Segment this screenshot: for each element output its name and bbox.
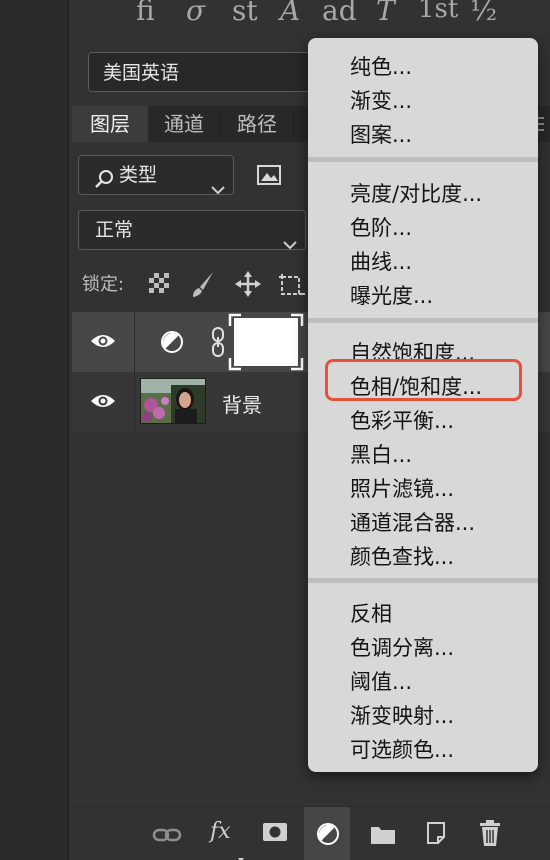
layer-thumbnail-photo[interactable]	[140, 378, 206, 424]
layer-name: 背景	[222, 393, 262, 417]
menu-item-gradient[interactable]: 渐变...	[350, 85, 412, 115]
image-layer-filter-icon[interactable]	[256, 164, 282, 186]
menu-item-pattern[interactable]: 图案...	[350, 119, 412, 149]
visibility-toggle[interactable]	[72, 312, 135, 372]
chevron-down-icon	[211, 170, 225, 208]
adjustment-icon	[316, 822, 340, 850]
layer-filter-dropdown[interactable]: 类型	[78, 155, 234, 195]
glyph-swash-a[interactable]: A	[280, 0, 300, 27]
brush-icon[interactable]	[190, 270, 216, 302]
tab-layers[interactable]: 图层	[72, 106, 148, 142]
menu-item-brightness-contrast[interactable]: 亮度/对比度...	[350, 178, 482, 208]
menu-item-threshold[interactable]: 阈值...	[350, 666, 412, 696]
menu-item-color-lookup[interactable]: 颜色查找...	[350, 541, 454, 571]
menu-item-channel-mixer[interactable]: 通道混合器...	[350, 507, 475, 537]
add-mask-icon[interactable]	[262, 821, 288, 847]
photoshop-window: fi σ st A ad T 1st ½ 美国英语 图层 通道 路径 类型 正常…	[0, 0, 550, 860]
opentype-glyph-bar: fi σ st A ad T 1st ½	[70, 0, 550, 36]
menu-item-posterize[interactable]: 色调分离...	[350, 632, 454, 662]
new-layer-icon[interactable]	[424, 821, 448, 849]
eye-icon	[90, 392, 116, 414]
menu-item-curves[interactable]: 曲线...	[350, 246, 412, 276]
menu-item-color-balance[interactable]: 色彩平衡...	[350, 405, 454, 435]
glyph-titling-t[interactable]: T	[376, 0, 395, 27]
lock-transparent-pixels-icon[interactable]	[148, 272, 170, 298]
language-value: 美国英语	[103, 62, 180, 84]
filter-label: 类型	[119, 164, 158, 186]
menu-item-selective-color[interactable]: 可选颜色...	[350, 734, 454, 764]
visibility-toggle[interactable]	[72, 372, 135, 432]
adjustment-layer-icon	[160, 330, 184, 358]
glyph-ligature-fi[interactable]: fi	[136, 0, 155, 27]
submenu-indicator-icon	[238, 847, 244, 860]
adjustment-layer-menu: 纯色... 渐变... 图案... 亮度/对比度... 色阶... 曲线... …	[308, 38, 538, 772]
menu-item-photo-filter[interactable]: 照片滤镜...	[350, 473, 454, 503]
highlight-annotation-box	[325, 359, 522, 401]
fx-icon[interactable]: fx	[210, 819, 231, 844]
tab-divider	[293, 112, 294, 136]
language-dropdown[interactable]: 美国英语	[88, 52, 318, 92]
menu-item-levels[interactable]: 色阶...	[350, 212, 412, 242]
blend-mode-value: 正常	[95, 219, 134, 241]
menu-item-invert[interactable]: 反相	[350, 598, 392, 628]
artboard-lock-icon[interactable]	[278, 270, 306, 302]
folder-icon[interactable]	[370, 823, 396, 849]
adjustment-layer-button[interactable]	[304, 807, 350, 860]
menu-item-exposure[interactable]: 曝光度...	[350, 280, 433, 310]
submenu-indicator-icon	[340, 853, 346, 860]
chevron-down-icon	[283, 225, 297, 263]
menu-separator	[308, 157, 538, 162]
tab-channels[interactable]: 通道	[148, 106, 220, 142]
left-toolbar-strip	[0, 0, 69, 860]
trash-icon[interactable]	[478, 819, 502, 851]
chain-link-icon[interactable]	[210, 326, 226, 362]
menu-item-gradient-map[interactable]: 渐变映射...	[350, 700, 454, 730]
menu-item-black-white[interactable]: 黑白...	[350, 439, 412, 469]
move-icon[interactable]	[234, 270, 262, 302]
mask-selection-corners	[228, 313, 304, 371]
link-layers-icon[interactable]	[152, 825, 182, 849]
glyph-alternate-ad[interactable]: ad	[322, 0, 357, 27]
layers-bottom-toolbar: fx	[72, 806, 550, 860]
menu-separator	[308, 318, 538, 323]
search-icon	[93, 165, 115, 203]
glyph-ordinal[interactable]: 1st	[418, 0, 458, 24]
lock-label: 锁定:	[82, 274, 125, 295]
eye-icon	[90, 332, 116, 354]
glyph-ligature-st[interactable]: st	[232, 0, 258, 27]
menu-item-solid-color[interactable]: 纯色...	[350, 51, 412, 81]
glyph-swash[interactable]: σ	[186, 0, 205, 27]
glyph-fraction[interactable]: ½	[470, 0, 497, 27]
blend-mode-dropdown[interactable]: 正常	[78, 210, 306, 250]
tab-paths[interactable]: 路径	[221, 106, 293, 142]
menu-separator	[308, 578, 538, 583]
